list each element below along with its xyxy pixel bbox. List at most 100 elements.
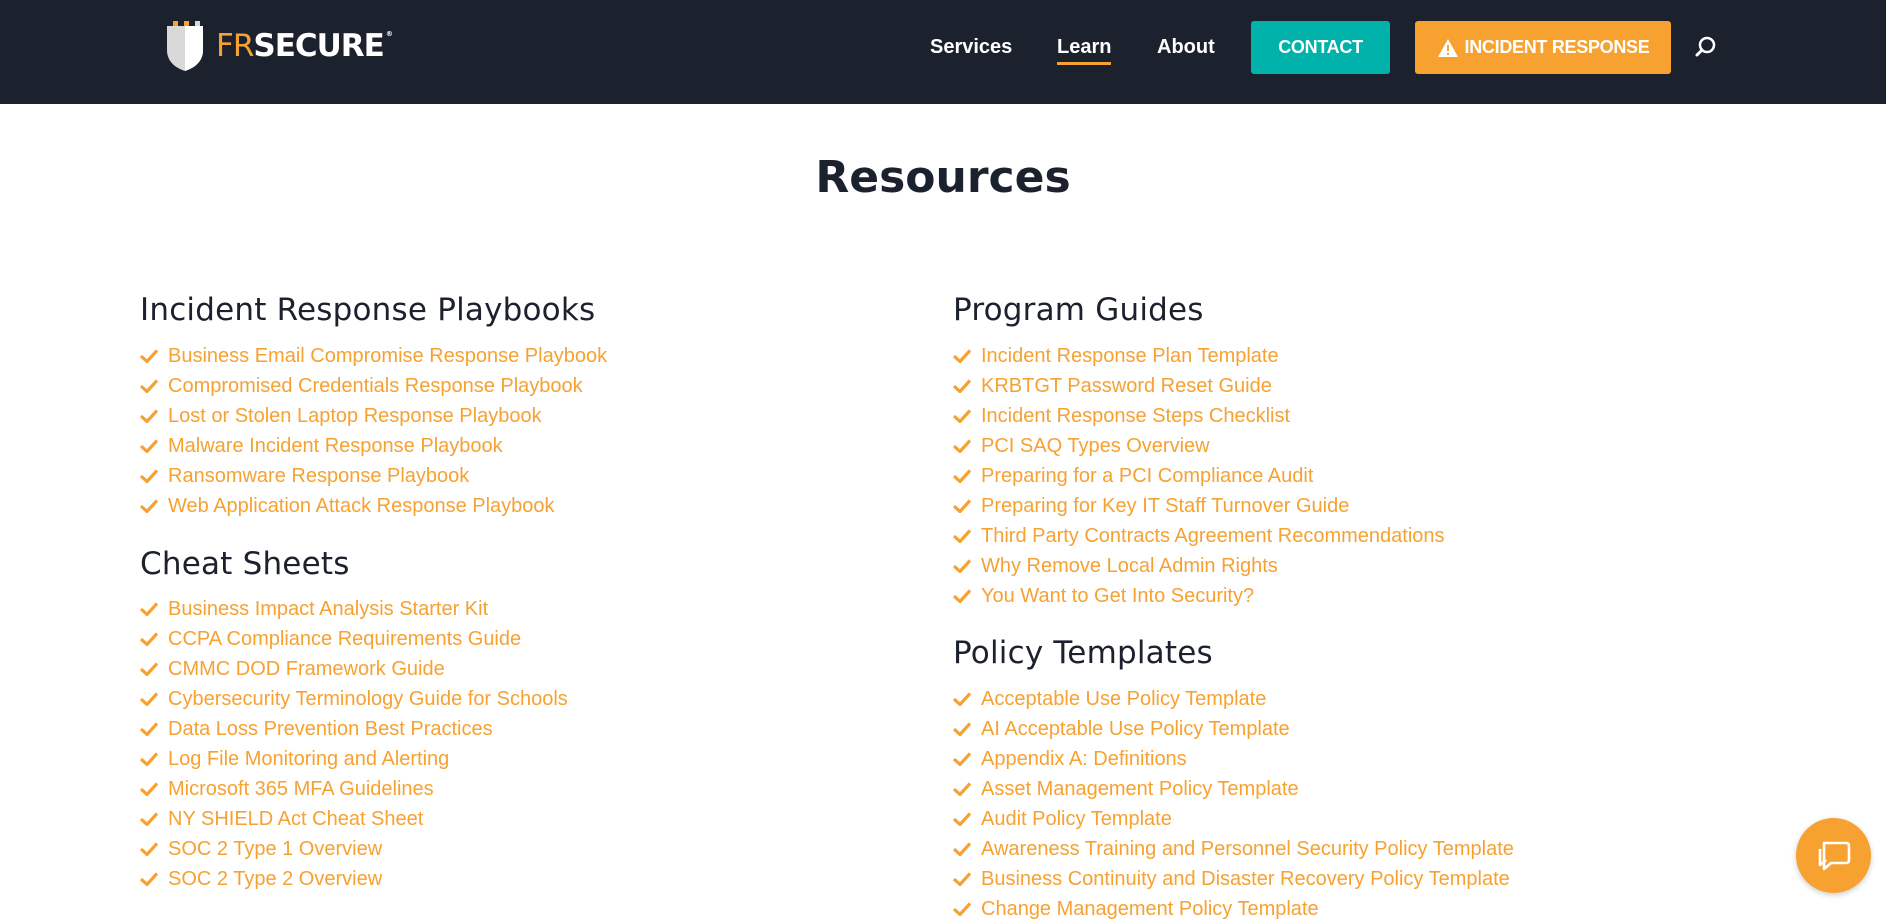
nav-services[interactable]: Services <box>930 34 1012 60</box>
incident-response-button[interactable]: INCIDENT RESPONSE <box>1415 21 1671 74</box>
check-icon <box>953 902 971 916</box>
resource-link[interactable]: Preparing for Key IT Staff Turnover Guid… <box>953 491 1445 521</box>
check-icon <box>953 589 971 603</box>
chat-button[interactable] <box>1796 818 1871 893</box>
resource-link-label: Incident Response Steps Checklist <box>981 405 1291 427</box>
check-icon <box>140 662 158 676</box>
check-icon <box>953 469 971 483</box>
resource-link[interactable]: Malware Incident Response Playbook <box>140 431 607 461</box>
check-icon <box>140 632 158 646</box>
resource-link-label: Why Remove Local Admin Rights <box>981 555 1278 577</box>
resource-link[interactable]: Lost or Stolen Laptop Response Playbook <box>140 401 607 431</box>
resource-link-label: Business Impact Analysis Starter Kit <box>168 598 489 620</box>
resource-link-label: Lost or Stolen Laptop Response Playbook <box>168 405 542 427</box>
resource-link-label: Preparing for Key IT Staff Turnover Guid… <box>981 495 1350 517</box>
resource-link[interactable]: NY SHIELD Act Cheat Sheet <box>140 804 568 834</box>
resource-link[interactable]: Web Application Attack Response Playbook <box>140 491 607 521</box>
logo-secure-text: SECURE <box>253 27 384 64</box>
resource-link[interactable]: Business Impact Analysis Starter Kit <box>140 594 568 624</box>
check-icon <box>953 349 971 363</box>
resource-link[interactable]: Appendix A: Definitions <box>953 744 1514 774</box>
resource-link-label: Incident Response Plan Template <box>981 345 1279 367</box>
resource-link[interactable]: Ransomware Response Playbook <box>140 461 607 491</box>
shield-logo-icon <box>167 21 203 71</box>
resource-link[interactable]: PCI SAQ Types Overview <box>953 431 1445 461</box>
resource-link[interactable]: Cybersecurity Terminology Guide for Scho… <box>140 684 568 714</box>
resource-link[interactable]: Business Email Compromise Response Playb… <box>140 341 607 371</box>
resource-link[interactable]: Log File Monitoring and Alerting <box>140 744 568 774</box>
resource-link[interactable]: Awareness Training and Personnel Securit… <box>953 834 1514 864</box>
policy-templates-list: Acceptable Use Policy Template AI Accept… <box>953 684 1514 924</box>
incident-response-label: INCIDENT RESPONSE <box>1464 37 1650 57</box>
resource-link-label: Microsoft 365 MFA Guidelines <box>168 778 434 800</box>
resource-link-label: Data Loss Prevention Best Practices <box>168 718 493 740</box>
resource-link[interactable]: Third Party Contracts Agreement Recommen… <box>953 521 1445 551</box>
check-icon <box>140 409 158 423</box>
nav-learn[interactable]: Learn <box>1057 34 1112 65</box>
resource-link-label: SOC 2 Type 1 Overview <box>168 838 383 860</box>
resource-link-label: AI Acceptable Use Policy Template <box>981 718 1290 740</box>
check-icon <box>140 752 158 766</box>
search-icon[interactable] <box>1694 35 1718 59</box>
check-icon <box>140 842 158 856</box>
check-icon <box>953 409 971 423</box>
resource-link[interactable]: Incident Response Steps Checklist <box>953 401 1445 431</box>
section-title-policy-templates: Policy Templates <box>953 635 1213 671</box>
resource-link[interactable]: Data Loss Prevention Best Practices <box>140 714 568 744</box>
resource-link[interactable]: AI Acceptable Use Policy Template <box>953 714 1514 744</box>
logo-fr-text: FR <box>216 27 254 64</box>
check-icon <box>953 529 971 543</box>
resource-link-label: KRBTGT Password Reset Guide <box>981 375 1272 397</box>
resource-link[interactable]: Business Continuity and Disaster Recover… <box>953 864 1514 894</box>
resource-link[interactable]: Why Remove Local Admin Rights <box>953 551 1445 581</box>
check-icon <box>953 752 971 766</box>
check-icon <box>140 782 158 796</box>
check-icon <box>140 692 158 706</box>
resource-link-label: You Want to Get Into Security? <box>981 585 1255 607</box>
resource-link[interactable]: CCPA Compliance Requirements Guide <box>140 624 568 654</box>
check-icon <box>953 439 971 453</box>
resource-link[interactable]: SOC 2 Type 1 Overview <box>140 834 568 864</box>
resource-link[interactable]: Audit Policy Template <box>953 804 1514 834</box>
playbooks-list: Business Email Compromise Response Playb… <box>140 341 607 521</box>
resource-link[interactable]: KRBTGT Password Reset Guide <box>953 371 1445 401</box>
resource-link[interactable]: Change Management Policy Template <box>953 894 1514 924</box>
resource-link[interactable]: Acceptable Use Policy Template <box>953 684 1514 714</box>
resource-link-label: Awareness Training and Personnel Securit… <box>981 838 1514 860</box>
section-title-program-guides: Program Guides <box>953 292 1204 328</box>
resource-link[interactable]: Incident Response Plan Template <box>953 341 1445 371</box>
check-icon <box>953 379 971 393</box>
resource-link[interactable]: Microsoft 365 MFA Guidelines <box>140 774 568 804</box>
resource-link-label: Web Application Attack Response Playbook <box>168 495 555 517</box>
program-guides-list: Incident Response Plan Template KRBTGT P… <box>953 341 1445 611</box>
nav-about[interactable]: About <box>1157 34 1215 60</box>
check-icon <box>953 499 971 513</box>
frsecure-logo[interactable]: FRSECURE ® <box>164 20 393 72</box>
resource-link-label: Business Continuity and Disaster Recover… <box>981 868 1510 890</box>
check-icon <box>953 872 971 886</box>
chat-icon <box>1818 841 1850 870</box>
check-icon <box>953 812 971 826</box>
resource-link-label: Business Email Compromise Response Playb… <box>168 345 608 367</box>
resource-link[interactable]: CMMC DOD Framework Guide <box>140 654 568 684</box>
resource-link[interactable]: Compromised Credentials Response Playboo… <box>140 371 607 401</box>
check-icon <box>953 559 971 573</box>
check-icon <box>140 469 158 483</box>
resource-link[interactable]: Asset Management Policy Template <box>953 774 1514 804</box>
contact-button[interactable]: CONTACT <box>1251 21 1390 74</box>
check-icon <box>953 692 971 706</box>
resource-link[interactable]: SOC 2 Type 2 Overview <box>140 864 568 894</box>
resource-link[interactable]: You Want to Get Into Security? <box>953 581 1445 611</box>
check-icon <box>140 439 158 453</box>
resource-link-label: CCPA Compliance Requirements Guide <box>168 628 522 650</box>
resource-link[interactable]: Preparing for a PCI Compliance Audit <box>953 461 1445 491</box>
page-title: Resources <box>815 152 1071 203</box>
resource-link-label: Third Party Contracts Agreement Recommen… <box>981 525 1445 547</box>
logo-wordmark: FRSECURE ® <box>216 27 393 64</box>
cheat-sheets-list: Business Impact Analysis Starter Kit CCP… <box>140 594 568 894</box>
resource-link-label: Appendix A: Definitions <box>981 748 1187 770</box>
resource-link-label: Acceptable Use Policy Template <box>981 688 1267 710</box>
section-title-cheat-sheets: Cheat Sheets <box>140 546 350 582</box>
resource-link-label: Ransomware Response Playbook <box>168 465 470 487</box>
resource-link-label: Cybersecurity Terminology Guide for Scho… <box>168 688 568 710</box>
